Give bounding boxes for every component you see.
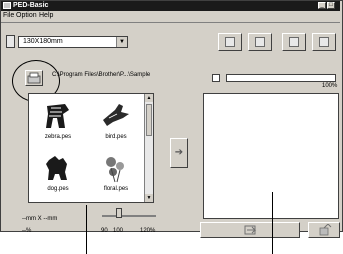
- grid-icon: [225, 37, 235, 47]
- export-button[interactable]: [308, 222, 340, 238]
- menu-bar: File Option Help: [1, 11, 340, 21]
- dog-icon: [46, 156, 67, 180]
- transfer-arrow-button[interactable]: ➔: [170, 138, 188, 168]
- card-icon: [289, 37, 299, 47]
- list-icon: [255, 37, 265, 47]
- divider: [1, 22, 340, 23]
- maximize-icon[interactable]: □: [327, 2, 335, 9]
- list-item[interactable]: floral.pes: [91, 150, 141, 196]
- zoom-slider-knob[interactable]: [116, 208, 122, 218]
- menu-option[interactable]: Option: [16, 12, 37, 19]
- menu-help[interactable]: Help: [39, 12, 53, 19]
- floral-icon: [106, 157, 124, 183]
- edit-button[interactable]: [248, 33, 272, 51]
- select-checkbox[interactable]: [212, 74, 220, 82]
- app-icon: [3, 2, 11, 9]
- size-select-value: 130X180mm: [23, 38, 63, 45]
- layout-button[interactable]: [218, 33, 242, 51]
- progress-bar: [226, 74, 336, 82]
- card-button[interactable]: [282, 33, 306, 51]
- zoom-slider-track[interactable]: [102, 215, 156, 217]
- folder-path: C:\Program Files\Brother\P...\Sample: [52, 72, 151, 78]
- scroll-up-icon[interactable]: ▲: [145, 94, 153, 102]
- zebra-icon: [46, 104, 69, 128]
- preview-panel: [203, 93, 339, 219]
- scrollbar[interactable]: ▲ ▼: [144, 94, 153, 202]
- list-item[interactable]: zebra.pes: [33, 98, 83, 144]
- minimize-icon[interactable]: _: [318, 2, 326, 9]
- printer-icon: [319, 37, 329, 47]
- zoom-tick: 100: [113, 228, 124, 234]
- file-name: bird.pes: [105, 134, 127, 140]
- callout-line: [272, 192, 273, 254]
- zoom-tick: 120%: [140, 228, 156, 234]
- file-name: zebra.pes: [44, 134, 72, 140]
- callout-line: [86, 205, 87, 254]
- transfer-icon: [244, 225, 257, 235]
- list-item[interactable]: bird.pes: [91, 98, 141, 144]
- scroll-thumb[interactable]: [146, 104, 152, 136]
- export-icon: [319, 224, 332, 236]
- file-browser[interactable]: zebra.pes bird.pes dog.pes floral.pes ▲ …: [28, 93, 154, 203]
- window-title: PED-Basic: [13, 2, 49, 9]
- print-button[interactable]: [312, 33, 336, 51]
- hoop-icon: [6, 35, 15, 48]
- size-select[interactable]: 130X180mm ▼: [18, 36, 128, 48]
- write-button[interactable]: [200, 222, 300, 238]
- file-name: dog.pes: [47, 186, 69, 192]
- progress-percent: 100%: [322, 83, 338, 89]
- bird-icon: [103, 104, 129, 126]
- title-bar: PED-Basic _ □: [1, 1, 340, 11]
- list-item[interactable]: dog.pes: [33, 150, 83, 196]
- file-name: floral.pes: [103, 186, 129, 192]
- scroll-down-icon[interactable]: ▼: [145, 194, 153, 202]
- zoom-tick: 90: [101, 228, 108, 234]
- chevron-down-icon[interactable]: ▼: [116, 37, 127, 47]
- menu-file[interactable]: File: [3, 12, 14, 19]
